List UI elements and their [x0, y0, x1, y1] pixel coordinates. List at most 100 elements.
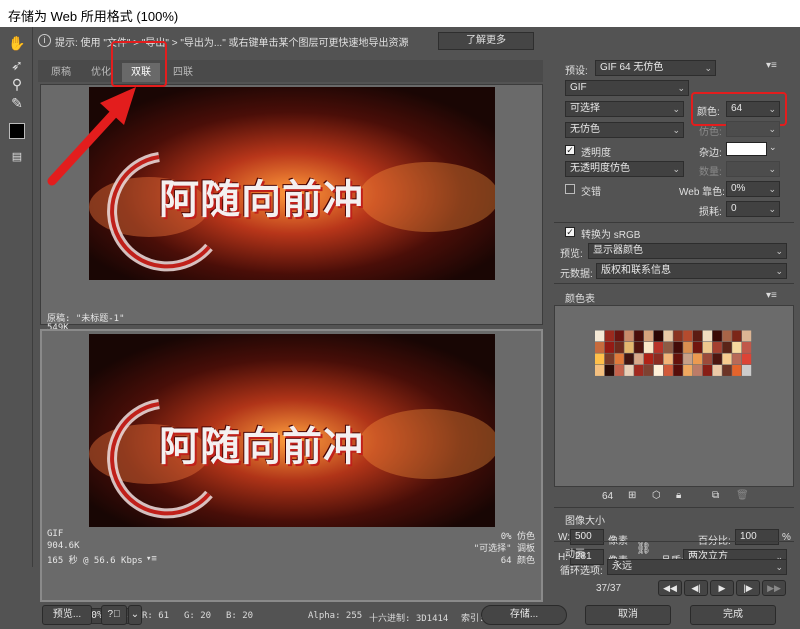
download-speed-menu-icon[interactable]: ▾≡ — [146, 554, 157, 564]
color-table-grid[interactable] — [595, 330, 752, 378]
color-swatch[interactable] — [693, 365, 703, 376]
color-swatch[interactable] — [712, 330, 722, 342]
toggle-slices-icon[interactable]: ▤ — [6, 147, 28, 167]
color-swatch[interactable] — [742, 353, 752, 365]
slice-select-tool-icon[interactable]: ➶ — [6, 55, 28, 75]
help-icon[interactable]: ?⃝ — [101, 605, 127, 625]
preview-button[interactable]: 预览... — [42, 605, 92, 625]
color-swatch[interactable] — [634, 330, 644, 342]
color-swatch[interactable] — [595, 330, 605, 342]
color-swatch[interactable] — [663, 342, 673, 353]
new-color-icon[interactable]: ⧉ — [712, 490, 719, 501]
eyedropper-color-swatch[interactable] — [9, 123, 25, 139]
color-swatch[interactable] — [673, 342, 683, 353]
color-swatch[interactable] — [722, 330, 732, 342]
loop-select[interactable]: 永远 ⌄ — [607, 559, 787, 575]
interlaced-checkbox[interactable] — [565, 184, 575, 194]
color-swatch[interactable] — [644, 330, 654, 342]
color-swatch[interactable] — [722, 353, 732, 365]
learn-more-button[interactable]: 了解更多 — [438, 32, 534, 50]
color-swatch[interactable] — [742, 330, 752, 342]
color-swatch[interactable] — [595, 342, 605, 353]
color-swatch[interactable] — [663, 330, 673, 342]
color-swatch[interactable] — [663, 365, 673, 376]
link-chain-icon[interactable]: ⛓ — [636, 541, 651, 555]
color-swatch[interactable] — [624, 342, 634, 353]
color-swatch[interactable] — [683, 365, 693, 376]
next-frame-button[interactable]: |▶ — [736, 580, 760, 596]
color-swatch[interactable] — [604, 330, 614, 342]
color-swatch[interactable] — [683, 342, 693, 353]
transparency-checkbox[interactable]: ✓ — [565, 145, 575, 155]
chevron-down-icon[interactable]: ⌄ — [769, 142, 777, 153]
cancel-button[interactable]: 取消 — [585, 605, 671, 625]
color-swatch[interactable] — [624, 330, 634, 342]
dither-method-select[interactable]: 无仿色 ⌄ — [565, 122, 684, 138]
color-swatch[interactable] — [693, 353, 703, 365]
color-swatch[interactable] — [624, 365, 634, 376]
chevron-down-icon[interactable]: ⌄ — [128, 605, 142, 625]
color-swatch[interactable] — [604, 342, 614, 353]
eyedropper-tool-icon[interactable]: ✎ — [6, 93, 28, 113]
color-swatch[interactable] — [644, 353, 654, 365]
hand-tool-icon[interactable]: ✋ — [6, 33, 28, 53]
color-swatch[interactable] — [614, 353, 624, 365]
color-swatch[interactable] — [595, 353, 605, 365]
color-swatch[interactable] — [693, 330, 703, 342]
trash-icon[interactable]: 🗑︎ — [736, 490, 749, 501]
color-swatch[interactable] — [604, 365, 614, 376]
color-swatch[interactable] — [712, 353, 722, 365]
color-swatch[interactable] — [653, 365, 663, 376]
color-swatch[interactable] — [722, 342, 732, 353]
color-swatch[interactable] — [644, 342, 654, 353]
color-swatch[interactable] — [634, 353, 644, 365]
color-swatch[interactable] — [732, 365, 742, 376]
color-swatch[interactable] — [653, 330, 663, 342]
color-swatch[interactable] — [722, 365, 732, 376]
color-swatch[interactable] — [702, 365, 712, 376]
color-swatch[interactable] — [742, 342, 752, 353]
color-swatch[interactable] — [634, 342, 644, 353]
lock-icon[interactable]: 🔒︎ — [676, 490, 681, 501]
last-frame-button[interactable]: ▶▶ — [762, 580, 786, 596]
format-select[interactable]: GIF ⌄ — [565, 80, 689, 96]
color-swatch[interactable] — [644, 365, 654, 376]
color-swatch[interactable] — [673, 353, 683, 365]
web-shift-icon[interactable]: ⊞ — [628, 490, 636, 501]
color-swatch[interactable] — [693, 342, 703, 353]
color-swatch[interactable] — [732, 330, 742, 342]
color-swatch[interactable] — [663, 353, 673, 365]
prev-frame-button[interactable]: ◀| — [684, 580, 708, 596]
reduction-select[interactable]: 可选择 ⌄ — [565, 101, 684, 117]
color-swatch[interactable] — [683, 353, 693, 365]
convert-srgb-checkbox[interactable]: ✓ — [565, 227, 575, 237]
color-swatch[interactable] — [653, 353, 663, 365]
width-input[interactable]: 500 — [570, 529, 604, 545]
color-swatch[interactable] — [702, 353, 712, 365]
color-swatch[interactable] — [683, 330, 693, 342]
play-button[interactable]: ▶ — [710, 580, 734, 596]
color-table-menu-icon[interactable]: ▾≡ — [766, 290, 777, 301]
metadata-select[interactable]: 版权和联系信息 ⌄ — [596, 263, 787, 279]
zoom-tool-icon[interactable]: ⚲ — [6, 74, 28, 94]
percent-input[interactable]: 100 — [735, 529, 779, 545]
color-swatch[interactable] — [614, 330, 624, 342]
optimized-pane[interactable]: 阿随向前冲 GIF 904.6K 165 秒 @ 56.6 Kbps ▾≡ 0%… — [40, 329, 543, 602]
lossy-select[interactable]: 0 ⌄ — [726, 201, 780, 217]
color-swatch[interactable] — [604, 353, 614, 365]
color-swatch[interactable] — [634, 365, 644, 376]
cube-icon[interactable]: ⬡ — [652, 490, 661, 501]
color-swatch[interactable] — [742, 365, 752, 376]
tab-4up[interactable]: 四联 — [164, 63, 202, 82]
color-swatch[interactable] — [712, 342, 722, 353]
first-frame-button[interactable]: ◀◀ — [658, 580, 682, 596]
preset-select[interactable]: GIF 64 无仿色 ⌄ — [595, 60, 716, 76]
web-snap-select[interactable]: 0% ⌄ — [726, 181, 780, 197]
color-swatch[interactable] — [673, 365, 683, 376]
save-button[interactable]: 存储... — [481, 605, 567, 625]
done-button[interactable]: 完成 — [690, 605, 776, 625]
color-swatch[interactable] — [595, 365, 605, 376]
color-swatch[interactable] — [673, 330, 683, 342]
color-swatch[interactable] — [624, 353, 634, 365]
color-swatch[interactable] — [614, 365, 624, 376]
